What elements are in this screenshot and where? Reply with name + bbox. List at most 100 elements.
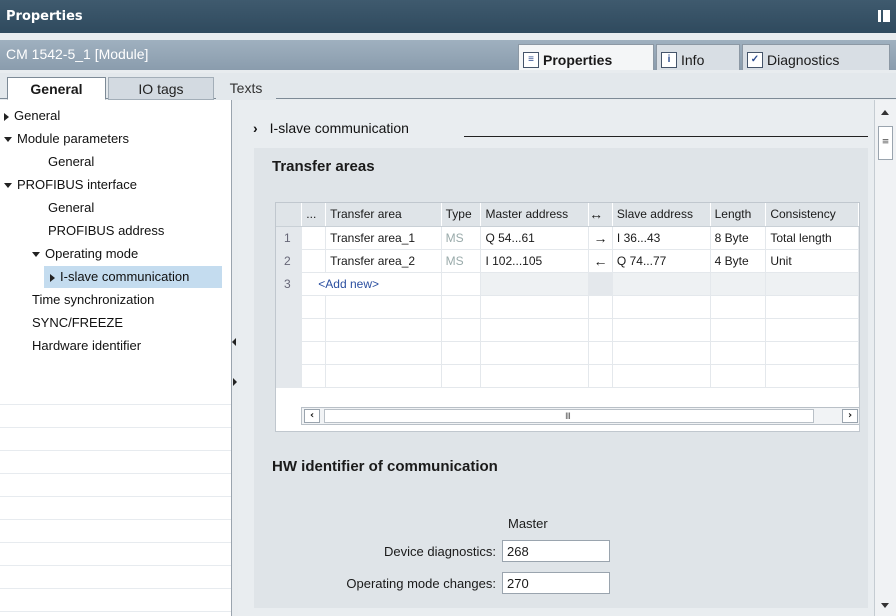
- col-header-direction[interactable]: ↔: [588, 203, 613, 227]
- operating-mode-changes-field[interactable]: 270: [502, 572, 610, 594]
- cell-master-address[interactable]: Q 54...61: [480, 226, 590, 250]
- tree-item-i-slave-communication[interactable]: I-slave communication: [44, 266, 222, 288]
- hw-identifier-title: HW identifier of communication: [272, 458, 498, 475]
- col-header-type[interactable]: Type: [441, 203, 482, 227]
- row-dots: [301, 249, 327, 273]
- transfer-areas-panel: Transfer areas ... Transfer area Type Ma…: [254, 148, 868, 608]
- cell-slave-address[interactable]: I 36...43: [612, 226, 711, 250]
- row-dots: [301, 226, 327, 250]
- module-title: CM 1542-5_1 [Module]: [6, 46, 149, 62]
- cell-type[interactable]: MS: [441, 226, 482, 250]
- tree-item-module-general[interactable]: General: [48, 153, 94, 175]
- col-header-master-address[interactable]: Master address: [480, 203, 590, 227]
- cell-type[interactable]: MS: [441, 249, 482, 273]
- expand-right-icon[interactable]: [233, 378, 237, 386]
- add-new-link[interactable]: <Add new>: [301, 272, 442, 296]
- tree-item-profibus-general[interactable]: General: [48, 199, 94, 221]
- col-header-num: [276, 203, 303, 227]
- tab-info[interactable]: i Info: [656, 44, 740, 70]
- cell-direction[interactable]: ←: [588, 249, 613, 273]
- window-titlebar: Properties: [0, 0, 896, 33]
- section-divider: [464, 136, 868, 137]
- scroll-right-icon[interactable]: ›: [842, 409, 858, 423]
- expand-arrow-icon[interactable]: [50, 273, 55, 282]
- table-header-row: ... Transfer area Type Master address ↔ …: [276, 203, 859, 227]
- table-row: [276, 341, 859, 365]
- subtab-io-tags[interactable]: IO tags: [108, 77, 214, 100]
- section-chevron-icon: ›: [253, 120, 258, 136]
- col-header-dots[interactable]: ...: [301, 203, 327, 227]
- cell-transfer-area[interactable]: Transfer area_1: [325, 226, 442, 250]
- section-title: I-slave communication: [269, 120, 409, 136]
- hw-column-label: Master: [508, 516, 548, 531]
- module-header: CM 1542-5_1 [Module] ≡ Properties i Info…: [0, 40, 896, 70]
- tree-item-module-parameters[interactable]: Module parameters: [4, 130, 129, 152]
- tree-label: General: [14, 108, 61, 123]
- cell-slave-address[interactable]: Q 74...77: [612, 249, 711, 273]
- col-header-transfer-area[interactable]: Transfer area: [325, 203, 442, 227]
- pin-icon[interactable]: [878, 10, 890, 22]
- table-row-add-new[interactable]: 3 <Add new>: [276, 272, 859, 296]
- transfer-areas-table: ... Transfer area Type Master address ↔ …: [275, 202, 860, 432]
- info-icon: i: [661, 51, 677, 68]
- cell-length[interactable]: 4 Byte: [710, 249, 767, 273]
- tree-label: PROFIBUS interface: [17, 177, 137, 192]
- subtab-bar: General IO tags Texts: [0, 73, 896, 100]
- diagnostics-icon: ✓: [747, 51, 763, 68]
- tree-item-operating-mode[interactable]: Operating mode: [32, 245, 138, 267]
- cell-consistency[interactable]: Total length: [765, 226, 859, 250]
- table-row: [276, 295, 859, 319]
- collapse-arrow-icon[interactable]: [4, 137, 12, 143]
- table-row[interactable]: 2 Transfer area_2 MS I 102...105 ← Q 74.…: [276, 249, 859, 273]
- col-header-slave-address[interactable]: Slave address: [612, 203, 711, 227]
- tab-diagnostics[interactable]: ✓ Diagnostics: [742, 44, 890, 70]
- row-number: 1: [276, 226, 303, 250]
- col-header-consistency[interactable]: Consistency: [765, 203, 859, 227]
- scroll-down-icon[interactable]: [881, 603, 889, 608]
- collapse-arrow-icon[interactable]: [32, 252, 40, 258]
- cell-transfer-area[interactable]: Transfer area_2: [325, 249, 442, 273]
- col-header-length[interactable]: Length: [710, 203, 767, 227]
- properties-icon: ≡: [523, 51, 539, 68]
- cell-master-address[interactable]: I 102...105: [480, 249, 590, 273]
- table-row: [276, 318, 859, 342]
- scroll-up-icon[interactable]: [881, 110, 889, 115]
- collapse-left-icon[interactable]: [232, 338, 236, 346]
- scrollbar-thumb[interactable]: III: [324, 409, 814, 423]
- row-number: 2: [276, 249, 303, 273]
- scroll-left-icon[interactable]: ‹: [304, 409, 320, 423]
- device-diagnostics-label: Device diagnostics:: [384, 544, 496, 559]
- table-row[interactable]: 1 Transfer area_1 MS Q 54...61 → I 36...…: [276, 226, 859, 250]
- tree-label: Operating mode: [45, 246, 139, 261]
- scrollbar-thumb[interactable]: ≡: [878, 126, 893, 160]
- collapse-arrow-icon[interactable]: [4, 183, 12, 189]
- vertical-scrollbar[interactable]: ≡: [874, 100, 896, 616]
- tab-properties[interactable]: ≡ Properties: [518, 44, 654, 70]
- horizontal-scrollbar[interactable]: ‹ III ›: [301, 407, 859, 425]
- cell-direction[interactable]: →: [588, 226, 613, 250]
- subtab-texts[interactable]: Texts: [216, 77, 276, 100]
- tree-item-hardware-identifier[interactable]: Hardware identifier: [32, 337, 141, 359]
- device-diagnostics-field[interactable]: 268: [502, 540, 610, 562]
- tree-empty-rows: [0, 382, 231, 612]
- tree-item-general[interactable]: General: [4, 107, 60, 129]
- tree-item-profibus-interface[interactable]: PROFIBUS interface: [4, 176, 137, 198]
- navigation-tree: General Module parameters General PROFIB…: [0, 100, 232, 616]
- cell-length[interactable]: 8 Byte: [710, 226, 767, 250]
- cell-consistency[interactable]: Unit: [765, 249, 859, 273]
- transfer-areas-title: Transfer areas: [272, 158, 375, 175]
- table-row: [276, 364, 859, 388]
- section-header[interactable]: › I-slave communication: [253, 120, 409, 136]
- transfer-table: ... Transfer area Type Master address ↔ …: [276, 203, 859, 388]
- expand-arrow-icon[interactable]: [4, 112, 9, 121]
- tab-info-label: Info: [681, 51, 705, 68]
- tree-label: I-slave communication: [60, 269, 190, 284]
- tab-diagnostics-label: Diagnostics: [767, 51, 840, 68]
- subtab-general[interactable]: General: [7, 77, 106, 100]
- content-area: › I-slave communication Transfer areas ..…: [238, 100, 874, 616]
- tree-item-sync-freeze[interactable]: SYNC/FREEZE: [32, 314, 123, 336]
- window-title: Properties: [6, 9, 83, 24]
- tree-item-time-synchronization[interactable]: Time synchronization: [32, 291, 154, 313]
- tree-label: Module parameters: [17, 131, 129, 146]
- tree-item-profibus-address[interactable]: PROFIBUS address: [48, 222, 164, 244]
